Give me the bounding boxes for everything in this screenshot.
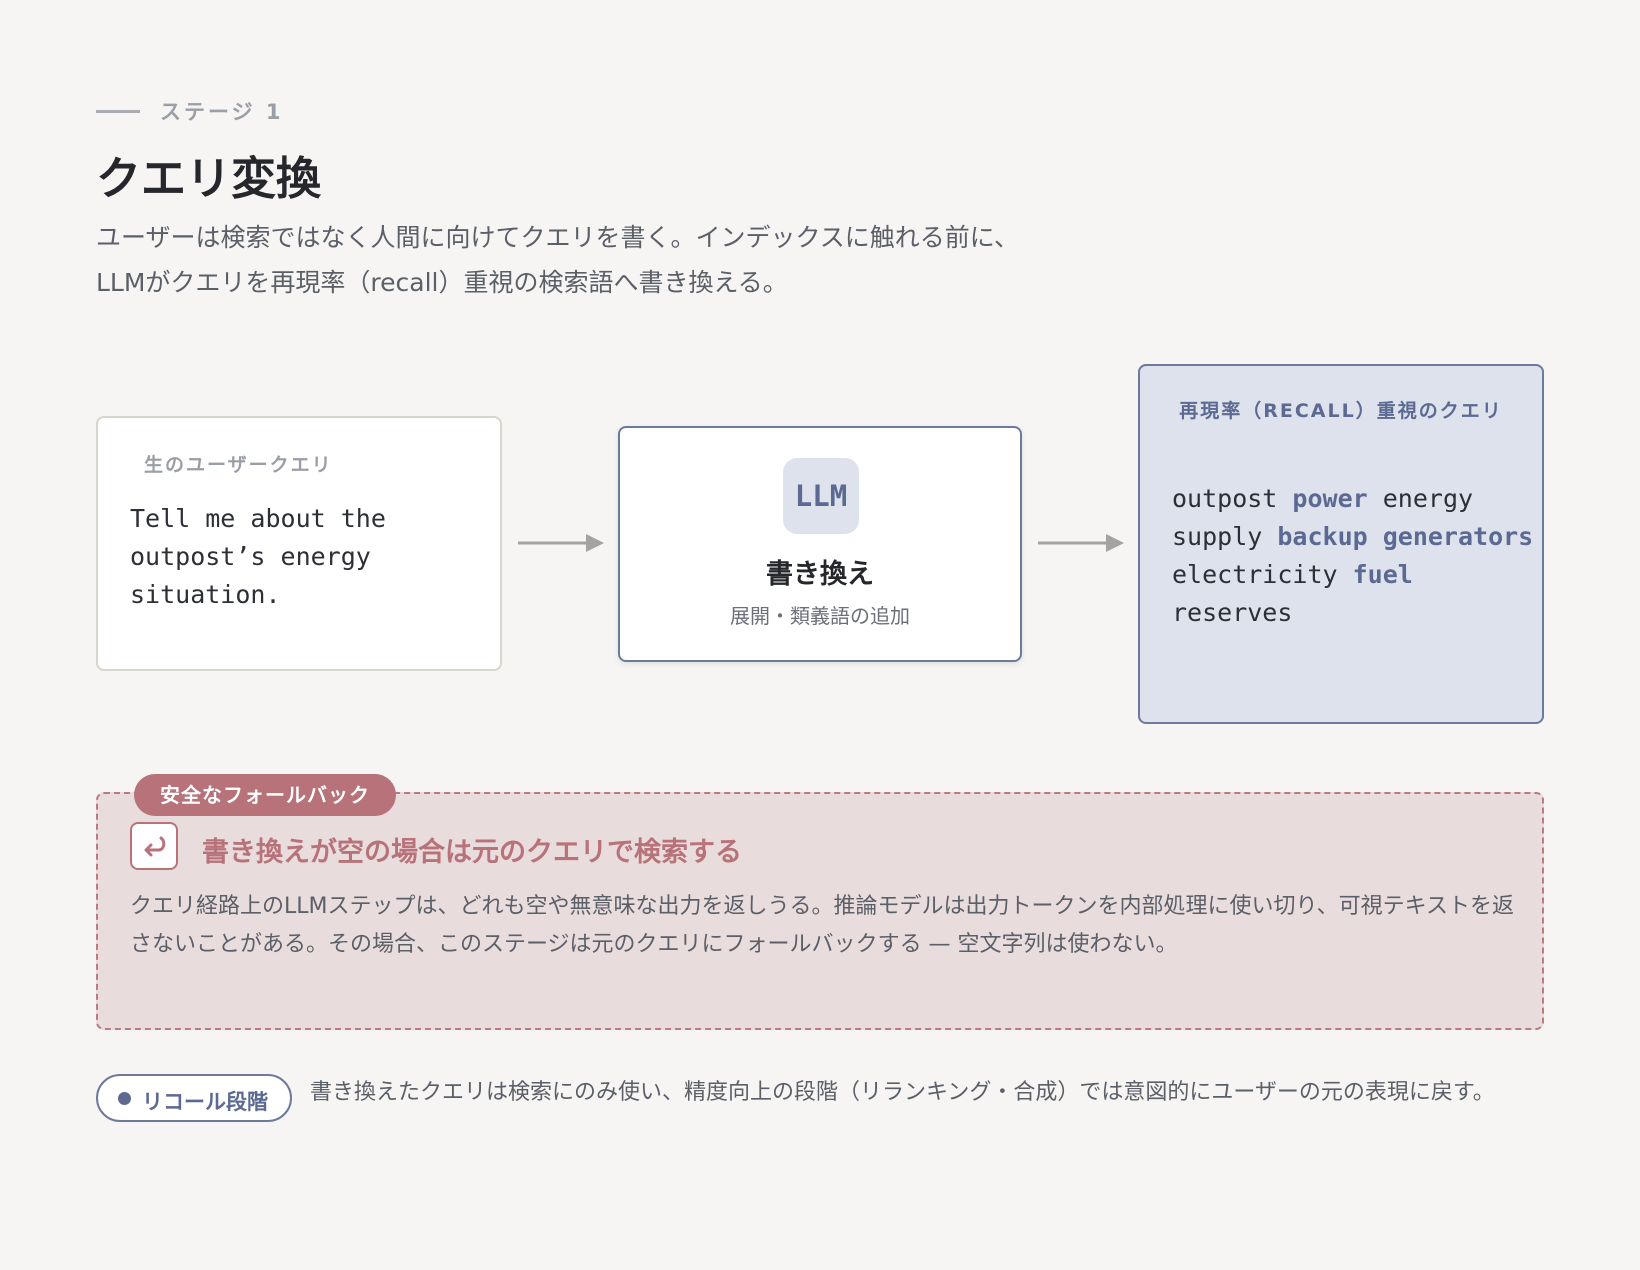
recall-query-line: supply backup generators (1172, 518, 1542, 556)
recall-note-text: 書き換えたクエリは検索にのみ使い、精度向上の段階（リランキング・合成）では意図的… (310, 1080, 1495, 1105)
raw-query-text: Tell me about the outpost’s energy situa… (130, 504, 386, 609)
llm-title: 書き換え (766, 559, 874, 590)
term: outpost (1172, 484, 1293, 513)
raw-query-card: 生のユーザークエリ Tell me about the outpost’s en… (96, 416, 502, 671)
stage-eyebrow: ステージ 1 (96, 96, 284, 126)
term: supply (1172, 522, 1278, 551)
recall-query-line: electricity fuel reserves (1172, 556, 1542, 632)
return-arrow-icon (130, 822, 178, 870)
term: electricity (1172, 560, 1353, 589)
term: energy (1367, 484, 1474, 513)
page-description: ユーザーは検索ではなく人間に向けてクエリを書く。インデックスに触れる前に、LLM… (96, 223, 1020, 297)
eyebrow-rule (96, 109, 140, 113)
raw-query-caption: 生のユーザークエリ (144, 454, 333, 476)
recall-query-card: 再現率（RECALL）重視のクエリ outpost power energy s… (1138, 364, 1544, 724)
recall-stage-label: リコール段階 (142, 1090, 268, 1114)
llm-rewrite-card: LLM 書き換え 展開・類義語の追加 (618, 426, 1022, 662)
added-term: fuel (1352, 560, 1413, 589)
recall-query-text: outpost power energy supply backup gener… (1172, 480, 1542, 632)
fallback-tag: 安全なフォールバック (134, 774, 396, 816)
dot-icon (118, 1092, 131, 1105)
arrow-right-icon (518, 534, 604, 552)
recall-query-line: outpost power energy (1172, 480, 1542, 518)
arrow-right-icon (1038, 534, 1124, 552)
added-term: power (1292, 484, 1368, 513)
fallback-title: 書き換えが空の場合は元のクエリで検索する (202, 837, 742, 868)
fallback-body: クエリ経路上のLLMステップは、どれも空や無意味な出力を返しうる。推論モデルは出… (130, 894, 1514, 957)
stage-label: ステージ 1 (160, 100, 284, 124)
recall-query-caption: 再現率（RECALL）重視のクエリ (1179, 400, 1503, 422)
added-term: backup generators (1277, 522, 1534, 551)
llm-subtitle: 展開・類義語の追加 (730, 604, 910, 628)
page-title: クエリ変換 (96, 152, 322, 205)
term: reserves (1172, 598, 1293, 627)
llm-badge: LLM (783, 458, 859, 534)
recall-stage-pill: リコール段階 (96, 1074, 292, 1122)
